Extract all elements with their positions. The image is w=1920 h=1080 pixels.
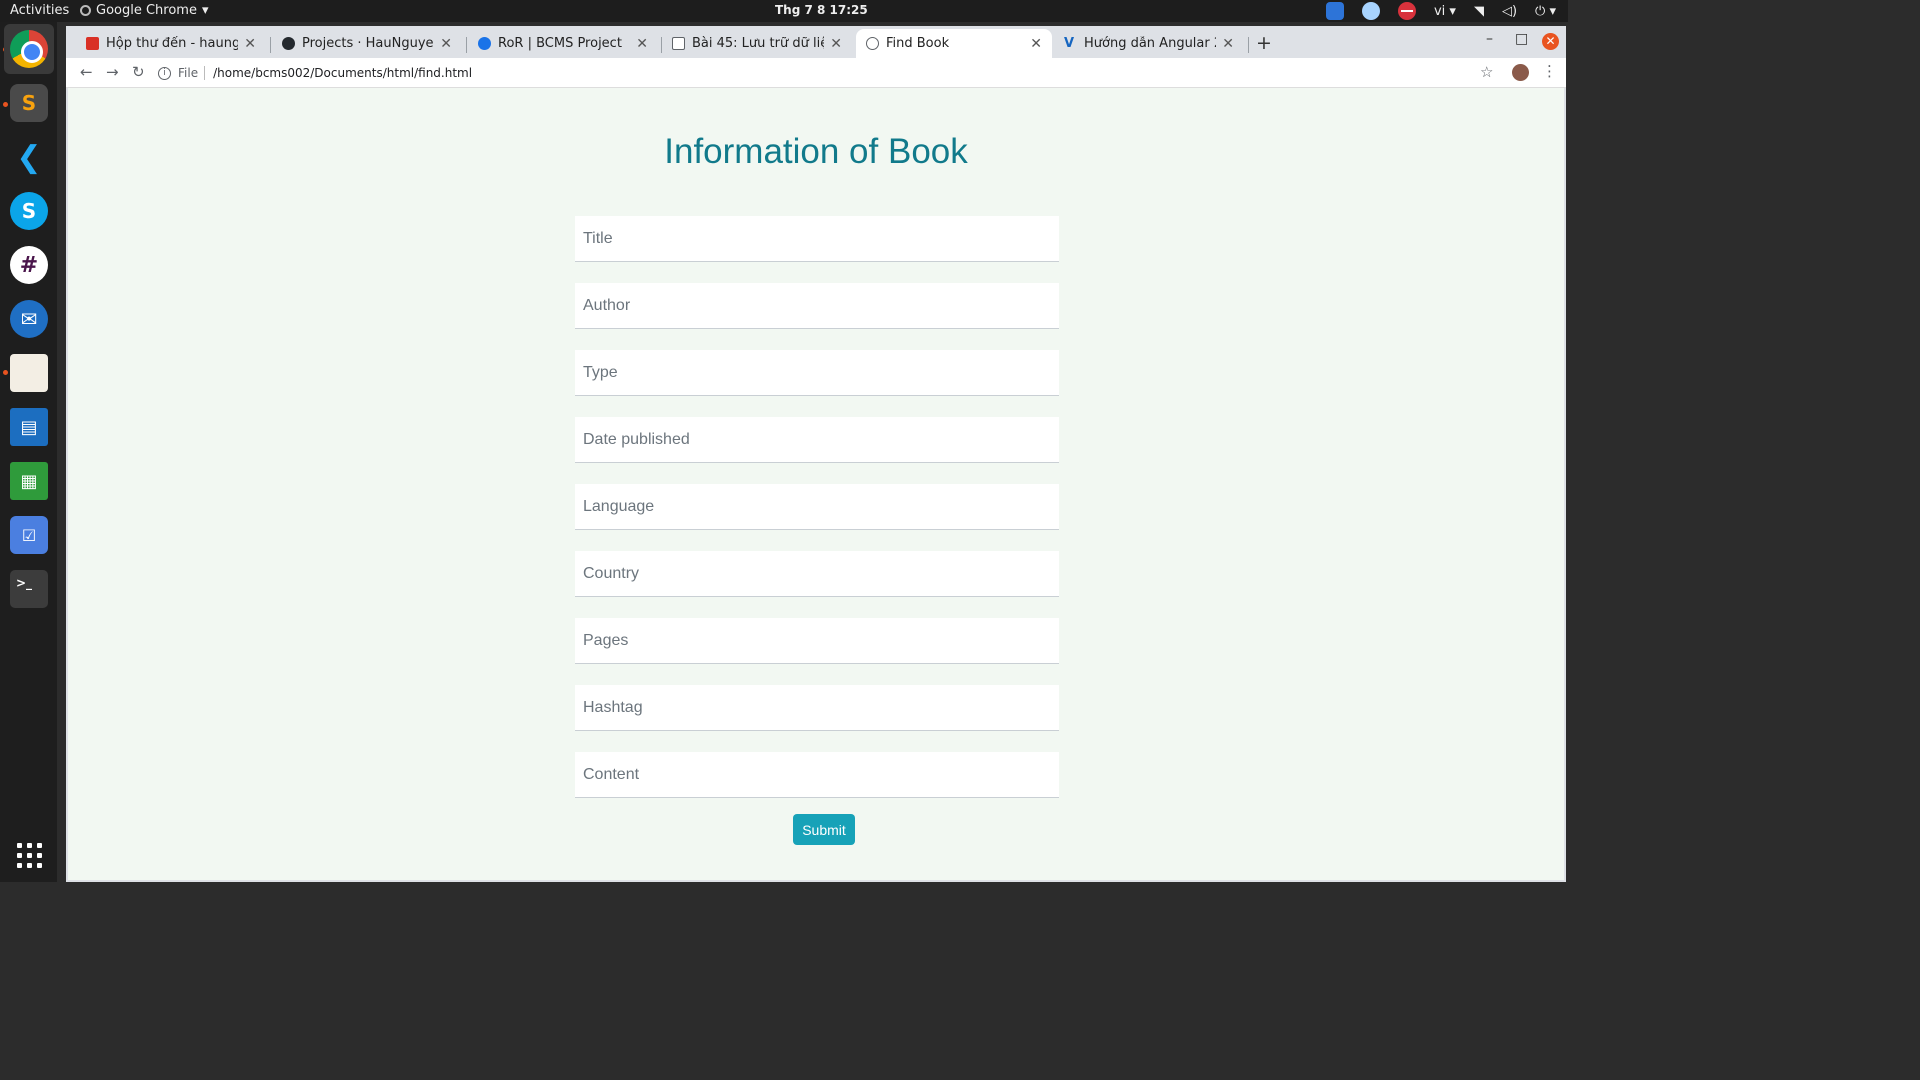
tab-separator — [466, 37, 467, 53]
app-menu-label: Google Chrome — [96, 3, 197, 18]
menu-kebab-icon[interactable]: ⋮ — [1542, 62, 1557, 80]
close-icon[interactable]: ✕ — [1222, 36, 1234, 52]
tab-separator — [270, 37, 271, 53]
url-scheme-label: File — [178, 66, 199, 80]
thunderbird-icon[interactable]: ✉ — [10, 300, 48, 338]
language-indicator[interactable]: vi ▾ — [1434, 4, 1456, 19]
chevron-down-icon: ▾ — [201, 3, 209, 18]
doc-icon — [672, 37, 685, 50]
vscode-icon[interactable]: ❮ — [10, 138, 48, 176]
divider — [204, 66, 206, 80]
system-top-bar: Activities Google Chrome ▾ Thg 7 8 17:25… — [0, 0, 1568, 22]
title-input[interactable] — [575, 216, 1059, 262]
activities-button[interactable]: Activities — [10, 3, 69, 18]
address-bar[interactable]: i File /home/bcms002/Documents/html/find… — [158, 60, 1498, 86]
tab-title: RoR | BCMS Project — [498, 36, 622, 51]
content-input[interactable] — [575, 752, 1059, 798]
author-input[interactable] — [575, 283, 1059, 329]
submit-button[interactable]: Submit — [793, 814, 855, 845]
tab-find-book[interactable]: Find Book ✕ — [856, 29, 1052, 58]
reload-icon[interactable]: ↻ — [132, 63, 145, 81]
tab-title: Hướng dẫn Angular 2 cho — [1084, 36, 1216, 51]
new-tab-button[interactable]: + — [1256, 32, 1272, 54]
maximize-icon[interactable]: □ — [1515, 31, 1528, 47]
language-input[interactable] — [575, 484, 1059, 530]
tab-title: Bài 45: Lưu trữ dữ liệu tro — [692, 36, 825, 51]
window-close-icon[interactable]: ✕ — [1542, 33, 1559, 50]
close-icon[interactable]: ✕ — [440, 36, 452, 52]
files-icon[interactable] — [10, 354, 48, 392]
gmail-icon — [86, 37, 99, 50]
tab-title: Find Book — [886, 36, 950, 51]
running-indicator — [3, 370, 8, 375]
teamviewer-icon[interactable] — [1325, 2, 1344, 20]
pages-input[interactable] — [575, 618, 1059, 664]
running-indicator — [3, 102, 8, 107]
writer-icon[interactable]: ▤ — [10, 408, 48, 446]
calc-icon[interactable]: ▦ — [10, 462, 48, 500]
url-text[interactable]: /home/bcms002/Documents/html/find.html — [213, 66, 472, 80]
tab-github-projects[interactable]: Projects · HauNguyen05/R ✕ — [272, 29, 462, 58]
app-menu[interactable]: Google Chrome ▾ — [80, 3, 209, 18]
tab-gmail[interactable]: Hộp thư đến - haunguyen ✕ — [76, 29, 266, 58]
chat-icon[interactable] — [1361, 2, 1380, 20]
tab-title: Projects · HauNguyen05/R — [302, 36, 434, 51]
clock[interactable]: Thg 7 8 17:25 — [775, 3, 868, 17]
chrome-small-icon — [80, 5, 91, 16]
date-published-input[interactable] — [575, 417, 1059, 463]
tab-bai-45[interactable]: Bài 45: Lưu trữ dữ liệu tro ✕ — [662, 29, 852, 58]
close-icon[interactable]: ✕ — [244, 36, 256, 52]
terminal-icon[interactable]: >_ — [10, 570, 48, 608]
skype-icon[interactable]: S — [10, 192, 48, 230]
hashtag-input[interactable] — [575, 685, 1059, 731]
minimize-icon[interactable]: – — [1486, 31, 1493, 47]
chrome-icon[interactable] — [4, 24, 54, 74]
type-input[interactable] — [575, 350, 1059, 396]
close-icon[interactable]: ✕ — [636, 36, 648, 52]
tab-angular-guide[interactable]: V Hướng dẫn Angular 2 cho ✕ — [1054, 29, 1244, 58]
page-content: Information of Book Submit — [68, 88, 1564, 880]
no-entry-icon[interactable] — [1397, 2, 1416, 20]
github-icon — [282, 37, 295, 50]
close-icon[interactable]: ✕ — [830, 36, 842, 52]
volume-icon[interactable]: ◁) — [1502, 4, 1517, 19]
browser-window: Hộp thư đến - haunguyen ✕ Projects · Hau… — [66, 26, 1566, 882]
profile-avatar[interactable] — [1512, 64, 1529, 81]
close-icon[interactable]: ✕ — [1030, 36, 1042, 52]
power-icon[interactable]: ⏻ ▾ — [1535, 4, 1556, 19]
tab-strip: Hộp thư đến - haunguyen ✕ Projects · Hau… — [66, 26, 1566, 58]
bookmark-star-icon[interactable]: ☆ — [1480, 63, 1493, 81]
info-icon[interactable]: i — [158, 66, 171, 80]
back-icon[interactable]: ← — [80, 63, 93, 81]
page-title: Information of Book — [664, 132, 968, 171]
sublime-text-icon[interactable]: S — [10, 84, 48, 122]
wifi-icon[interactable]: ◥ — [1474, 4, 1484, 19]
show-apps-icon[interactable] — [10, 836, 48, 874]
globe-icon — [866, 37, 879, 50]
tab-bcms-project[interactable]: RoR | BCMS Project ✕ — [468, 29, 658, 58]
forward-icon[interactable]: → — [106, 63, 119, 81]
v-icon: V — [1064, 36, 1075, 51]
system-tray: vi ▾ ◥ ◁) ⏻ ▾ — [1325, 2, 1556, 20]
tasks-icon[interactable]: ☑ — [10, 516, 48, 554]
link-icon — [478, 37, 491, 50]
browser-toolbar: ← → ↻ i File /home/bcms002/Documents/htm… — [66, 58, 1566, 88]
tab-separator — [1248, 37, 1249, 53]
country-input[interactable] — [575, 551, 1059, 597]
slack-icon[interactable]: # — [10, 246, 48, 284]
dock: S ❮ S # ✉ ▤ ▦ ☑ >_ — [0, 22, 57, 882]
tab-title: Hộp thư đến - haunguyen — [106, 36, 239, 51]
